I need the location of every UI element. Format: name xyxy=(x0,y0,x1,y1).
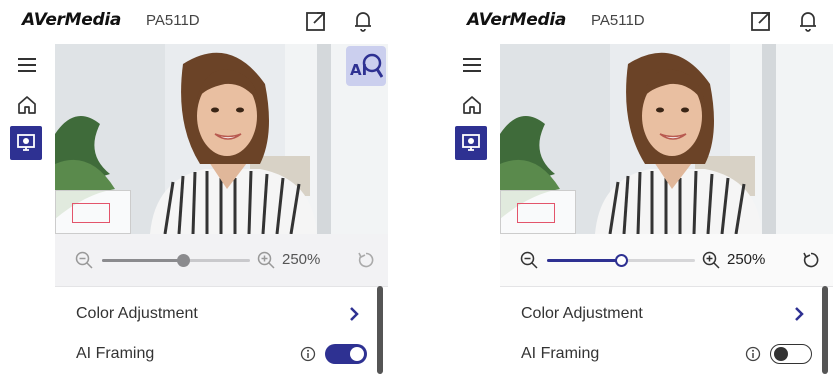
brand-logo: AVerMedia xyxy=(22,10,122,30)
external-link-icon[interactable] xyxy=(748,8,774,34)
zoom-reset-icon[interactable] xyxy=(802,251,820,269)
color-adjustment-row[interactable]: Color Adjustment xyxy=(500,296,820,332)
ai-framing-label: AI Framing xyxy=(76,345,155,362)
zoom-minimap[interactable] xyxy=(500,190,576,234)
home-icon[interactable] xyxy=(451,88,493,122)
camera-panel-ai-off: AVerMedia PA511D 250% Color Adjustment A… xyxy=(445,0,835,374)
menu-icon[interactable] xyxy=(6,48,48,82)
toggle-knob xyxy=(774,347,788,361)
minimap-view-frame[interactable] xyxy=(72,203,110,223)
app-header: AVerMedia PA511D xyxy=(0,0,390,44)
menu-icon[interactable] xyxy=(451,48,493,82)
zoom-slider[interactable] xyxy=(547,254,695,267)
zoom-slider-fill xyxy=(547,259,621,262)
divider xyxy=(55,286,388,287)
ai-search-icon[interactable]: AI xyxy=(346,46,386,86)
zoom-slider[interactable] xyxy=(102,254,250,267)
zoom-in-icon[interactable] xyxy=(702,251,720,269)
bell-icon[interactable] xyxy=(795,8,821,34)
info-icon[interactable] xyxy=(300,346,316,362)
zoom-bar: 250% xyxy=(500,234,833,286)
info-icon[interactable] xyxy=(745,346,761,362)
chevron-right-icon[interactable] xyxy=(348,306,360,322)
scrollbar[interactable] xyxy=(377,286,383,374)
zoom-percentage: 250% xyxy=(727,251,766,268)
color-adjustment-row[interactable]: Color Adjustment xyxy=(55,296,375,332)
zoom-minimap[interactable] xyxy=(55,190,131,234)
zoom-in-icon[interactable] xyxy=(257,251,275,269)
sidebar xyxy=(445,44,500,374)
color-adjustment-label: Color Adjustment xyxy=(521,305,643,322)
external-link-icon[interactable] xyxy=(303,8,329,34)
device-model: PA511D xyxy=(146,12,200,29)
zoom-bar: 250% xyxy=(55,234,388,286)
camera-view-icon[interactable] xyxy=(10,126,42,160)
brand-logo: AVerMedia xyxy=(467,10,567,30)
app-header: AVerMedia PA511D xyxy=(445,0,835,44)
camera-panel-ai-on: AVerMedia PA511D AI 250% Color Adjustmen… xyxy=(0,0,390,374)
divider xyxy=(500,286,833,287)
zoom-out-icon[interactable] xyxy=(520,251,538,269)
zoom-slider-fill xyxy=(102,259,184,262)
sidebar xyxy=(0,44,55,374)
home-icon[interactable] xyxy=(6,88,48,122)
zoom-slider-thumb[interactable] xyxy=(615,254,628,267)
ai-framing-row: AI Framing xyxy=(55,336,375,372)
ai-framing-toggle[interactable] xyxy=(770,344,812,364)
zoom-out-icon[interactable] xyxy=(75,251,93,269)
ai-framing-label: AI Framing xyxy=(521,345,600,362)
zoom-reset-icon[interactable] xyxy=(357,251,375,269)
bell-icon[interactable] xyxy=(350,8,376,34)
scrollbar[interactable] xyxy=(822,286,828,374)
device-model: PA511D xyxy=(591,12,645,29)
zoom-percentage: 250% xyxy=(282,251,321,268)
color-adjustment-label: Color Adjustment xyxy=(76,305,198,322)
toggle-knob xyxy=(350,347,364,361)
camera-view-icon[interactable] xyxy=(455,126,487,160)
ai-framing-row: AI Framing xyxy=(500,336,820,372)
zoom-slider-thumb[interactable] xyxy=(177,254,191,267)
minimap-view-frame[interactable] xyxy=(517,203,555,223)
chevron-right-icon[interactable] xyxy=(793,306,805,322)
ai-framing-toggle[interactable] xyxy=(325,344,367,364)
